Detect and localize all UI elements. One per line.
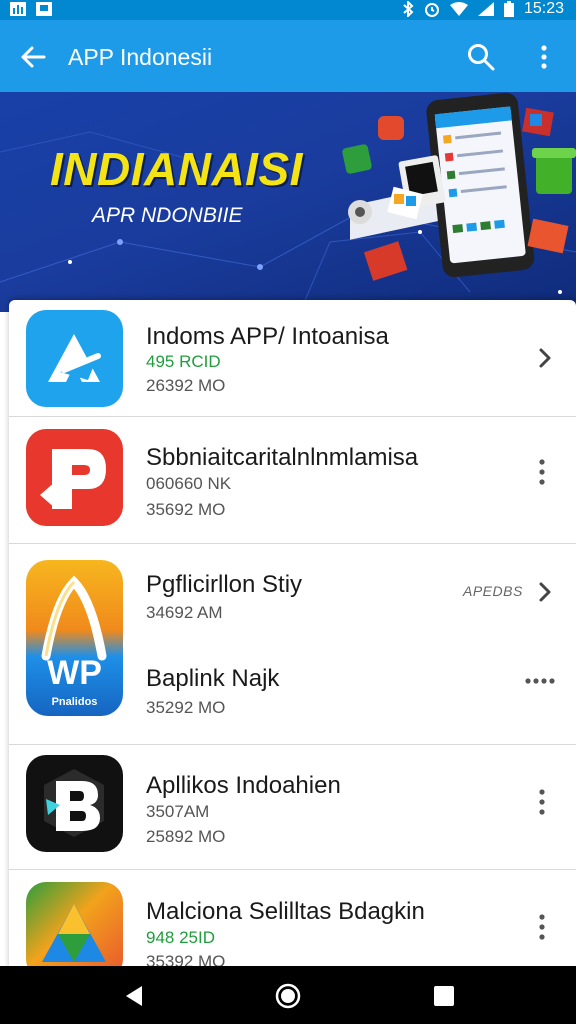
wifi-icon (449, 2, 468, 16)
list-item[interactable]: WP Pnalidos Pgflicirllon Stiy 34692 AM A… (9, 544, 576, 744)
app-meta: 060660 NK (146, 474, 232, 493)
list-item[interactable]: Malciona Selilltas Bdagkin 948 25ID 3539… (9, 870, 576, 970)
app-name: Pgflicirllon Stiy (146, 571, 303, 598)
icon-text: WP (47, 654, 102, 692)
chart-notification-icon (10, 2, 26, 16)
bluetooth-icon (403, 1, 414, 17)
alarm-icon (424, 3, 439, 17)
app-name: Malciona Selilltas Bdagkin (146, 898, 425, 925)
b-logo-icon (44, 769, 104, 837)
list-item[interactable]: Apllikos Indoahien 3507AM 25892 MO (9, 745, 576, 869)
banner-headline: INDIANAISI (50, 143, 303, 195)
app-bar: APP Indonesii (0, 20, 576, 92)
p-logo-icon (40, 449, 106, 509)
side-label: APEDBS (463, 583, 523, 599)
list-item[interactable]: Sbbniaitcaritalnlnmlamisa 060660 NK 3569… (9, 417, 576, 543)
status-time: 15:23 (523, 0, 564, 17)
more-horiz-icon[interactable] (523, 674, 557, 688)
list-item[interactable]: Indoms APP/ Intoanisa 495 RCID 26392 MO (9, 300, 576, 416)
app-meta: 948 25ID (146, 928, 215, 947)
app-meta: 3507AM (146, 802, 210, 821)
app-meta: 34692 AM (146, 603, 223, 622)
app-name: Indoms APP/ Intoanisa (146, 323, 389, 350)
nav-back-icon[interactable] (120, 982, 148, 1010)
more-vert-icon[interactable] (535, 787, 549, 817)
system-nav-bar (0, 966, 576, 1024)
app-name: Baplink Najk (146, 665, 280, 692)
app-name: Apllikos Indoahien (146, 772, 341, 799)
app-name: Sbbniaitcaritalnlnmlamisa (146, 444, 419, 471)
page-title: APP Indonesii (68, 44, 213, 70)
phone-illustration (342, 92, 576, 281)
signal-icon (477, 2, 494, 16)
app-icon (26, 755, 123, 852)
nav-recents-icon[interactable] (430, 982, 458, 1010)
promo-banner[interactable]: INDIANAISI APR NDONBIIE (0, 92, 576, 312)
icon-caption: Pnalidos (51, 696, 98, 708)
more-vert-icon[interactable] (535, 457, 549, 487)
triangle-logo-icon (42, 904, 106, 962)
banner-subline: APR NDONBIIE (92, 204, 243, 227)
chevron-right-icon[interactable] (535, 580, 555, 604)
app-size: 26392 MO (146, 376, 226, 395)
status-bar: 15:23 (0, 0, 576, 20)
app-icon (26, 310, 123, 407)
battery-icon (503, 1, 514, 17)
search-icon[interactable] (466, 42, 496, 72)
arrow-logo-icon (48, 334, 101, 382)
app-meta: 35292 MO (146, 698, 226, 717)
app-icon (26, 429, 123, 526)
image-notification-icon (36, 2, 52, 16)
app-icon: WP Pnalidos (26, 560, 123, 716)
back-arrow-icon[interactable] (18, 42, 48, 72)
app-size: 25892 MO (146, 827, 226, 846)
chevron-right-icon[interactable] (535, 346, 555, 370)
app-size: 35692 MO (146, 500, 226, 519)
app-meta: 495 RCID (146, 352, 221, 371)
more-vert-icon[interactable] (532, 42, 556, 72)
more-vert-icon[interactable] (535, 912, 549, 942)
app-list: Indoms APP/ Intoanisa 495 RCID 26392 MO … (9, 300, 576, 970)
app-icon (26, 882, 123, 970)
nav-home-icon[interactable] (274, 982, 302, 1010)
